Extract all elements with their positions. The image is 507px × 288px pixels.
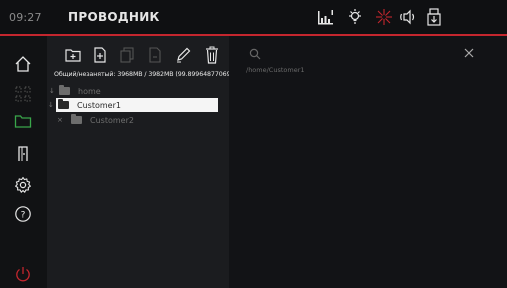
home-icon[interactable] [9, 50, 37, 78]
usb-icon[interactable] [423, 6, 445, 28]
disk-usage: Общий/незанятый: 3968MB / 3982MB (99.899… [54, 71, 251, 78]
top-bar: 09:27 ПРОВОДНИК [0, 0, 507, 36]
new-file-icon[interactable] [90, 44, 110, 66]
folder-icon [59, 85, 70, 95]
copy-icon[interactable] [117, 44, 137, 66]
help-icon[interactable]: ? [9, 200, 37, 228]
paste-icon[interactable] [145, 44, 165, 66]
fan-icon[interactable] [373, 6, 395, 28]
folder-icon [58, 99, 69, 109]
chart-icon[interactable] [315, 6, 337, 28]
close-icon[interactable] [463, 44, 477, 58]
tree-item-label: home [78, 86, 101, 96]
sidebar: ? [0, 36, 47, 288]
tree-item-customer1[interactable]: ↓ Customer1 [48, 98, 218, 112]
current-path: /home/Customer1 [246, 66, 305, 74]
light-icon[interactable] [344, 6, 366, 28]
page-title: ПРОВОДНИК [68, 10, 160, 24]
remove-icon[interactable]: × [57, 116, 71, 124]
folder-icon[interactable] [9, 107, 37, 135]
search-input[interactable] [265, 44, 465, 60]
folder-icon [71, 114, 82, 124]
rename-icon[interactable] [173, 44, 193, 66]
file-panel: Общий/незанятый: 3968MB / 3982MB (99.899… [47, 36, 251, 288]
door-icon[interactable] [9, 140, 37, 168]
tree-item-customer2[interactable]: × Customer2 [57, 113, 134, 127]
clock: 09:27 [9, 11, 42, 24]
delete-icon[interactable] [202, 44, 222, 66]
power-icon[interactable] [9, 260, 37, 288]
svg-text:?: ? [21, 211, 26, 221]
apps-icon[interactable] [9, 80, 37, 108]
tree-item-label: Customer1 [77, 100, 121, 110]
content-area: /home/Customer1 [229, 36, 507, 288]
settings-icon[interactable] [9, 171, 37, 199]
expand-arrow-icon[interactable]: ↓ [49, 87, 59, 95]
new-folder-icon[interactable] [63, 44, 83, 66]
search-icon [249, 45, 261, 64]
sound-icon[interactable] [398, 6, 420, 28]
tree-item-label: Customer2 [90, 115, 134, 125]
tree-item-home[interactable]: ↓ home [47, 84, 101, 98]
